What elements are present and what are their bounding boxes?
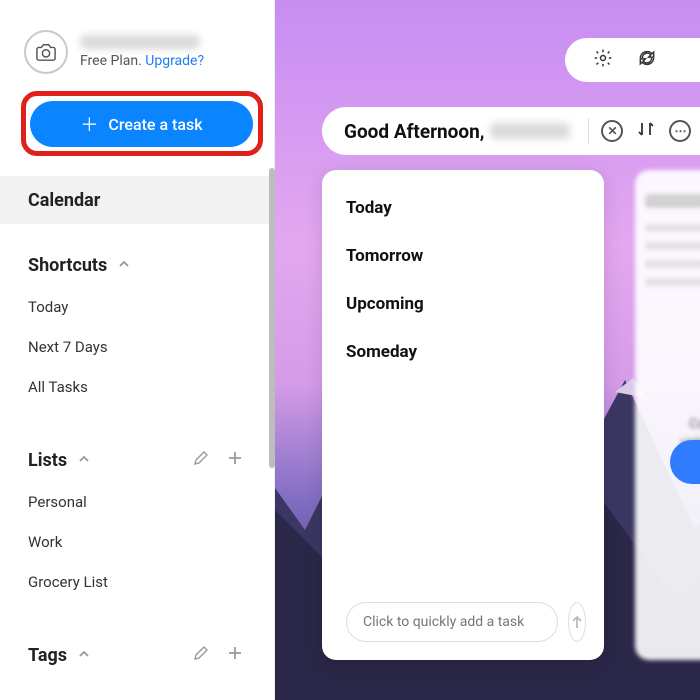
upgrade-link[interactable]: Upgrade? [145, 53, 204, 69]
plan-label: Free Plan. Upgrade? [80, 53, 204, 69]
tags-title: Tags [28, 645, 67, 666]
quick-add-input[interactable] [346, 602, 558, 642]
divider [588, 118, 589, 144]
sort-icon[interactable] [637, 120, 655, 143]
quick-add-submit[interactable] [568, 602, 586, 642]
arrow-up-icon [569, 614, 585, 630]
shortcuts-header[interactable]: Shortcuts [28, 255, 243, 276]
list-work[interactable]: Work [28, 533, 243, 551]
create-task-button[interactable]: ＋ Create a task [30, 101, 253, 147]
greeting-bar: Good Afternoon, ✕ ⋯ [322, 107, 700, 155]
avatar-upload-button[interactable] [24, 30, 68, 74]
chevron-up-icon [77, 450, 91, 471]
plus-icon[interactable] [227, 450, 243, 471]
calendar-nav[interactable]: Calendar [0, 176, 269, 224]
gear-icon[interactable] [593, 48, 613, 72]
tags-header[interactable]: Tags [28, 645, 243, 666]
lists-title: Lists [28, 450, 67, 471]
pencil-icon[interactable] [193, 450, 209, 471]
chevron-up-icon [117, 255, 131, 276]
list-grocery[interactable]: Grocery List [28, 573, 243, 591]
sync-icon[interactable] [637, 48, 657, 72]
secondary-card-partial: Counle [635, 170, 700, 660]
camera-icon [35, 42, 57, 62]
section-upcoming[interactable]: Upcoming [346, 294, 580, 314]
profile-name-redacted [80, 35, 200, 49]
section-today[interactable]: Today [346, 198, 580, 218]
day-card: Today Tomorrow Upcoming Someday [322, 170, 604, 660]
top-toolbar [565, 38, 700, 82]
shortcut-alltasks[interactable]: All Tasks [28, 378, 243, 396]
greeting-text: Good Afternoon, [344, 120, 484, 143]
section-tomorrow[interactable]: Tomorrow [346, 246, 580, 266]
plus-icon[interactable] [227, 645, 243, 666]
create-task-label: Create a task [108, 115, 202, 134]
shortcuts-section: Shortcuts Today Next 7 Days All Tasks [28, 255, 243, 396]
greeting-name-redacted [490, 123, 570, 139]
shortcuts-title: Shortcuts [28, 255, 107, 276]
clear-icon[interactable]: ✕ [601, 120, 623, 142]
lists-header[interactable]: Lists [28, 450, 243, 471]
main-panel: Good Afternoon, ✕ ⋯ Today Tomorrow Upcom… [275, 0, 700, 700]
pencil-icon[interactable] [193, 645, 209, 666]
plus-icon: ＋ [80, 111, 98, 137]
shortcut-today[interactable]: Today [28, 298, 243, 316]
tags-section: Tags [28, 645, 243, 666]
list-personal[interactable]: Personal [28, 493, 243, 511]
more-icon[interactable]: ⋯ [669, 120, 691, 142]
profile-row: Free Plan. Upgrade? [0, 0, 274, 88]
chevron-up-icon [77, 645, 91, 666]
calendar-label: Calendar [28, 190, 100, 211]
sidebar: Free Plan. Upgrade? ＋ Create a task Cale… [0, 0, 275, 700]
section-someday[interactable]: Someday [346, 342, 580, 362]
shortcut-next7days[interactable]: Next 7 Days [28, 338, 243, 356]
lists-section: Lists Personal Work Grocery List [28, 450, 243, 591]
